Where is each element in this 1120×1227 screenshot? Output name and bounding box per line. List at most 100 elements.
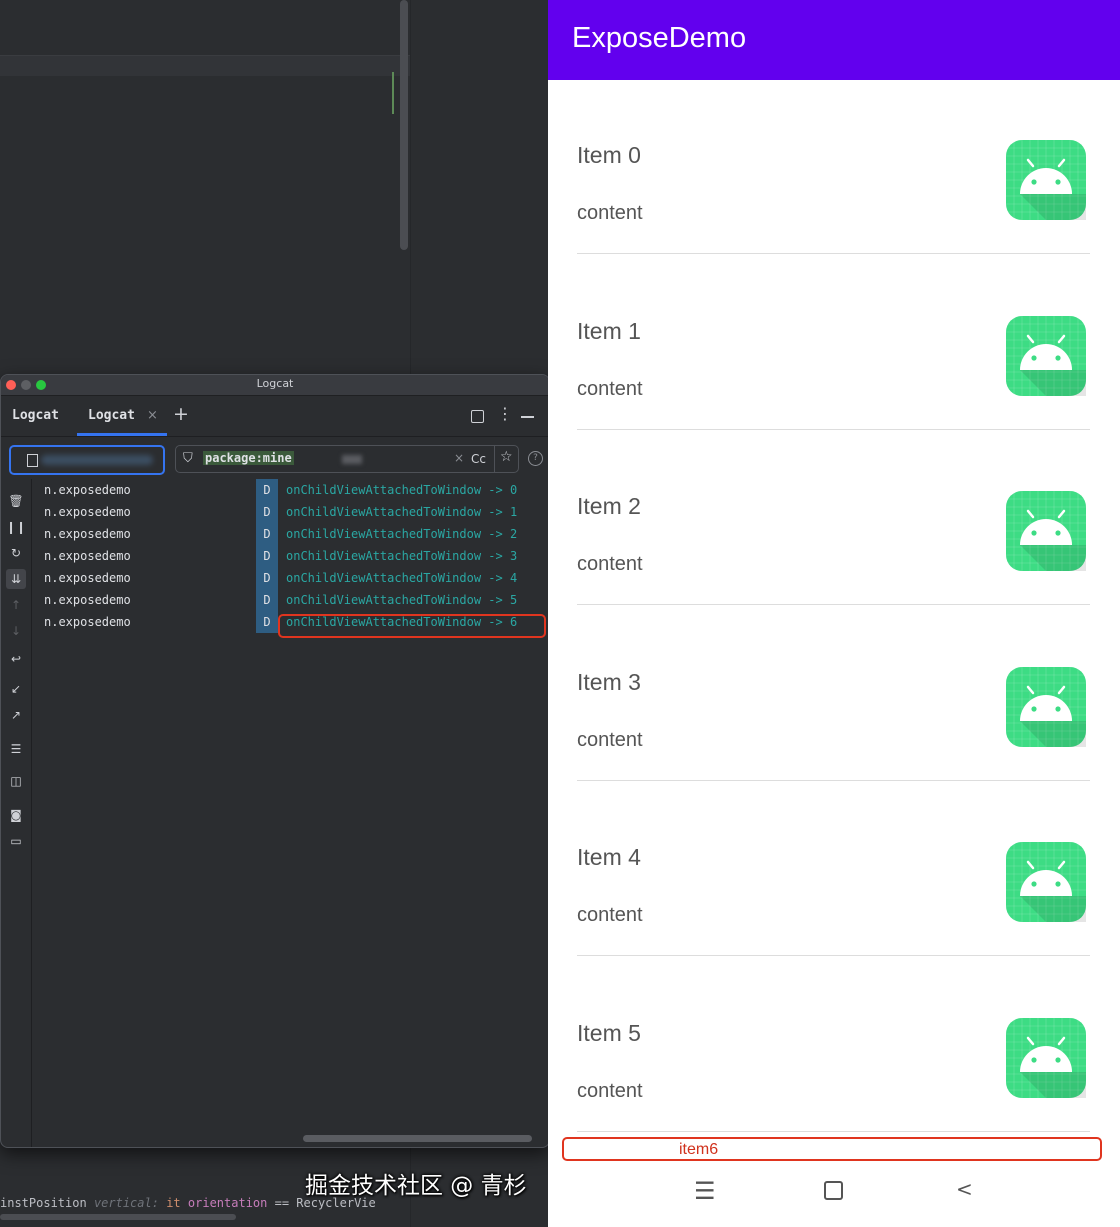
log-row[interactable]: n.exposedemo D onChildViewAttachedToWind… [32, 501, 537, 523]
star-icon: ☆ [500, 449, 513, 465]
recent-apps-icon[interactable]: ☰ [694, 1177, 716, 1205]
logcat-window: Logcat Logcat Logcat × + ⋮ ⛉ package:min… [0, 374, 550, 1148]
match-case-button[interactable]: Cc [471, 452, 486, 466]
home-icon[interactable] [824, 1181, 843, 1200]
log-row[interactable]: n.exposedemo D onChildViewAttachedToWind… [32, 567, 537, 589]
expand-icon[interactable]: ↗ [6, 705, 26, 725]
item-divider [577, 428, 1090, 430]
change-marker [392, 72, 394, 114]
device-name-redacted [41, 455, 153, 465]
code-keyword: it [166, 1196, 181, 1210]
log-package: n.exposedemo [44, 593, 131, 607]
tab-logcat-2[interactable]: Logcat [88, 408, 135, 423]
collapse-icon[interactable]: ↙ [6, 679, 26, 699]
log-row[interactable]: n.exposedemo D onChildViewAttachedToWind… [32, 523, 537, 545]
item-divider [577, 253, 1090, 254]
device-icon [27, 454, 38, 467]
editor-area [0, 0, 410, 56]
log-message: onChildViewAttachedToWindow -> 2 [286, 527, 518, 541]
item-title: Item 2 [577, 493, 641, 519]
item-divider [577, 604, 1090, 605]
log-row[interactable]: n.exposedemo D onChildViewAttachedToWind… [32, 479, 537, 501]
pause-icon[interactable]: ❙❙ [6, 517, 26, 537]
app-bar: ExposeDemo [548, 0, 1120, 80]
list-item[interactable]: Item 5 content [548, 958, 1120, 1133]
logcat-tab-bar: Logcat Logcat × + ⋮ [1, 396, 549, 437]
editor-current-line [0, 56, 410, 76]
item-title: Item 0 [577, 142, 641, 168]
restore-window-icon[interactable] [471, 410, 484, 423]
list-item[interactable]: Item 1 content [548, 256, 1120, 431]
close-tab-icon[interactable]: × [147, 408, 158, 423]
log-level-badge: D [256, 545, 278, 567]
filter-query[interactable]: package:mine [203, 451, 294, 465]
log-level-badge: D [256, 589, 278, 611]
logcat-output[interactable]: n.exposedemo D onChildViewAttachedToWind… [32, 479, 537, 1139]
item-content: content [577, 1079, 643, 1102]
back-icon[interactable]: < [956, 1177, 973, 1201]
log-package: n.exposedemo [44, 615, 131, 629]
android-icon [1006, 491, 1086, 571]
logcat-filter-field[interactable]: ⛉ package:mine × Cc ☆ [175, 445, 519, 473]
soft-wrap-icon[interactable]: ↩ [6, 649, 26, 669]
log-package: n.exposedemo [44, 505, 131, 519]
android-icon [1006, 666, 1086, 747]
editor-vertical-scrollbar[interactable] [400, 0, 408, 250]
filter-icon[interactable]: ⛉ [183, 451, 193, 466]
logcat-horizontal-scroll-thumb[interactable] [303, 1135, 532, 1142]
partial-item-label: item6 [679, 1141, 719, 1158]
up-arrow-icon[interactable]: ↑ [6, 595, 26, 615]
screenshot-icon[interactable]: ◙ [6, 805, 26, 825]
favorite-filter-button[interactable]: ☆ [494, 446, 519, 472]
screen-record-icon[interactable]: ▭ [6, 831, 26, 851]
list-item[interactable]: Item 4 content [548, 782, 1120, 957]
item-title: Item 4 [577, 844, 641, 870]
watermark: 掘金技术社区 @ 青杉 [305, 1173, 527, 1199]
android-icon [1006, 315, 1086, 396]
restart-icon[interactable]: ↻ [6, 543, 26, 563]
code-property: orientation [187, 1196, 268, 1210]
scroll-to-end-icon[interactable]: ⇊ [6, 569, 26, 589]
log-package: n.exposedemo [44, 571, 131, 585]
android-icon [1006, 1017, 1086, 1098]
log-package: n.exposedemo [44, 549, 131, 563]
trash-icon[interactable]: 🗑 [6, 491, 26, 511]
item-title: Item 3 [577, 668, 641, 695]
list-item[interactable]: Item 0 content [548, 80, 1120, 255]
code-token: instPosition [0, 1196, 87, 1210]
item-divider [577, 779, 1090, 781]
tab-logcat-1[interactable]: Logcat [12, 408, 59, 423]
log-message: onChildViewAttachedToWindow -> 1 [286, 505, 518, 519]
down-arrow-icon[interactable]: ↓ [6, 621, 26, 641]
item-divider [577, 955, 1090, 956]
logcat-vertical-scrollbar[interactable] [537, 479, 547, 1139]
add-tab-icon[interactable]: + [173, 403, 189, 425]
logcat-titlebar: Logcat [1, 375, 549, 396]
split-icon[interactable]: ◫ [6, 771, 26, 791]
hide-panel-icon[interactable] [521, 416, 534, 418]
active-tab-indicator [77, 433, 167, 436]
item-content: content [577, 202, 643, 224]
settings-icon[interactable]: ☰ [6, 739, 26, 759]
item-divider [577, 1130, 1090, 1132]
log-message: onChildViewAttachedToWindow -> 5 [286, 593, 518, 607]
code-hint: vertical: [93, 1196, 159, 1210]
clear-filter-icon[interactable]: × [454, 451, 464, 465]
item-content: content [577, 553, 643, 575]
log-row[interactable]: n.exposedemo D onChildViewAttachedToWind… [32, 589, 537, 611]
list-item[interactable]: Item 3 content [548, 607, 1120, 782]
device-selector[interactable] [9, 445, 165, 475]
item-content: content [577, 377, 643, 400]
window-title: Logcat [256, 377, 294, 390]
highlight-annotation-box [278, 614, 546, 638]
help-icon[interactable]: ? [528, 451, 543, 466]
log-row[interactable]: n.exposedemo D onChildViewAttachedToWind… [32, 545, 537, 567]
highlight-annotation-box [562, 1137, 1102, 1161]
editor-horizontal-scrollbar[interactable] [0, 1214, 236, 1220]
log-package: n.exposedemo [44, 527, 131, 541]
list-item[interactable]: Item 2 content [548, 431, 1120, 606]
item-title: Item 1 [577, 317, 641, 344]
log-level-badge: D [256, 479, 278, 501]
android-icon [1006, 140, 1086, 220]
more-options-icon[interactable]: ⋮ [497, 404, 513, 423]
